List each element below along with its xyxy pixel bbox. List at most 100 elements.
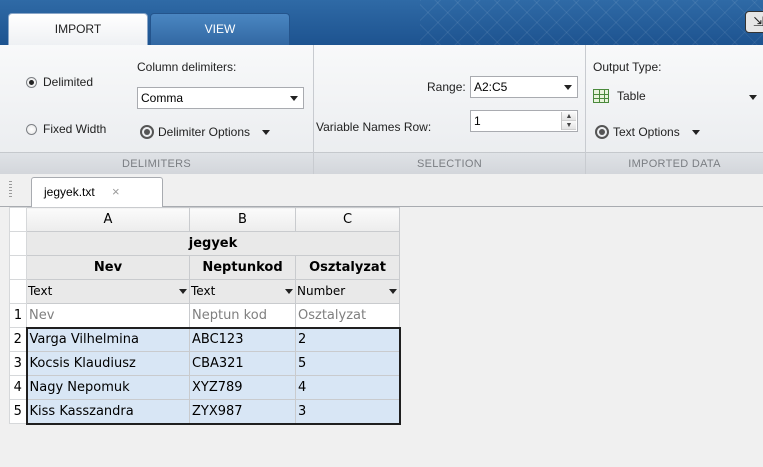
chevron-down-icon — [285, 289, 293, 294]
range-dropdown[interactable]: A2:C5 — [470, 76, 578, 98]
table-cell[interactable]: Osztalyzat — [295, 303, 400, 328]
table-name-row: jegyek — [9, 231, 400, 256]
row-number[interactable]: 2 — [9, 327, 27, 352]
range-value: A2:C5 — [474, 80, 508, 94]
table-cell[interactable]: CBA321 — [189, 351, 296, 376]
variable-names-row-input[interactable]: 1 ▲ ▼ — [470, 110, 578, 132]
chevron-down-icon — [749, 95, 757, 100]
variable-names-row-value: 1 — [474, 114, 481, 128]
row-number[interactable]: 5 — [9, 399, 27, 424]
chevron-down-icon — [290, 96, 298, 101]
variable-names-row-spinner[interactable]: ▲ ▼ — [561, 112, 576, 130]
row-number[interactable]: 3 — [9, 351, 27, 376]
radio-selected-icon — [26, 76, 37, 88]
text-options-button[interactable]: Text Options — [595, 125, 700, 139]
column-header-a[interactable]: A — [26, 207, 190, 232]
table-cell[interactable]: XYZ789 — [189, 375, 296, 400]
table-row: 5 Kiss Kasszandra ZYX987 3 — [9, 399, 401, 425]
row-number[interactable]: 1 — [9, 303, 27, 328]
row-header-blank — [9, 231, 27, 256]
spinner-down-icon[interactable]: ▼ — [562, 121, 576, 130]
chevron-down-icon — [262, 129, 271, 135]
tab-view[interactable]: VIEW — [150, 13, 290, 45]
document-tab-bar: jegyek.txt × — [0, 174, 763, 208]
gear-icon — [140, 125, 154, 139]
table-cell[interactable]: ABC123 — [189, 326, 296, 352]
expand-toolstrip-icon[interactable]: ⇲ — [745, 11, 763, 33]
drag-grip-icon[interactable] — [9, 181, 12, 199]
table-cell[interactable]: Nev — [26, 303, 190, 328]
section-selection: Range: A2:C5 Variable Names Row: 1 ▲ ▼ S… — [314, 45, 586, 174]
table-cell[interactable]: Varga Vilhelmina — [25, 326, 190, 352]
column-header-b[interactable]: B — [189, 207, 296, 232]
delimiter-options-button[interactable]: Delimiter Options — [140, 125, 271, 139]
column-header-c[interactable]: C — [295, 207, 400, 232]
table-row: 3 Kocsis Klaudiusz CBA321 5 — [9, 351, 401, 376]
section-label-imported-data: IMPORTED DATA — [586, 152, 763, 174]
delimiter-options-label: Delimiter Options — [158, 125, 251, 139]
table-cell[interactable]: Kocsis Klaudiusz — [25, 351, 190, 376]
chevron-down-icon — [389, 289, 397, 294]
chevron-down-icon — [691, 129, 700, 135]
corner-cell — [9, 207, 27, 232]
variable-type-b-dropdown[interactable]: Text — [189, 279, 296, 304]
gear-icon — [595, 125, 609, 139]
document-tab-label: jegyek.txt — [44, 185, 95, 199]
radio-fixed-width-label: Fixed Width — [43, 122, 107, 136]
table-row: 1 Nev Neptun kod Osztalyzat — [9, 303, 400, 328]
table-icon — [593, 89, 609, 103]
import-preview-area: A B C jegyek Nev Neptunkod Osztalyzat Te… — [0, 207, 763, 467]
output-type-dropdown[interactable]: Table — [593, 89, 761, 103]
column-delimiters-value: Comma — [141, 91, 184, 105]
close-icon[interactable]: × — [112, 178, 120, 206]
import-preview-grid: A B C jegyek Nev Neptunkod Osztalyzat Te… — [9, 207, 401, 425]
section-imported-data: Output Type: Table Text Options IMPORTED… — [586, 45, 763, 174]
text-options-label: Text Options — [613, 125, 680, 139]
variable-type-b: Text — [191, 284, 216, 298]
variable-type-a: Text — [28, 284, 53, 298]
output-type-label: Output Type: — [593, 60, 662, 74]
table-cell[interactable]: 4 — [295, 375, 401, 400]
table-cell[interactable]: Kiss Kasszandra — [25, 399, 190, 425]
table-cell[interactable]: Nagy Nepomuk — [25, 375, 190, 400]
variable-name-c[interactable]: Osztalyzat — [295, 255, 400, 280]
column-header-row: A B C — [9, 207, 400, 232]
row-number[interactable]: 4 — [9, 375, 27, 400]
table-name-field[interactable]: jegyek — [26, 231, 400, 256]
variable-name-a[interactable]: Nev — [26, 255, 190, 280]
chevron-down-icon — [179, 289, 187, 294]
column-delimiters-label: Column delimiters: — [137, 60, 237, 74]
table-cell[interactable]: ZYX987 — [189, 399, 296, 425]
spinner-up-icon[interactable]: ▲ — [562, 112, 576, 121]
variable-types-row: Text Text Number — [9, 279, 400, 304]
row-header-blank — [9, 279, 27, 304]
radio-unselected-icon — [26, 123, 37, 135]
radio-delimited-label: Delimited — [43, 75, 94, 89]
section-label-delimiters: DELIMITERS — [0, 152, 313, 174]
toolstrip-tab-bar: IMPORT VIEW ⇲ — [0, 0, 763, 45]
column-delimiters-dropdown[interactable]: Comma — [137, 87, 304, 109]
table-cell[interactable]: 3 — [295, 399, 401, 425]
range-label: Range: — [427, 80, 466, 94]
variable-type-c: Number — [297, 284, 346, 298]
row-header-blank — [9, 255, 27, 280]
table-row: 4 Nagy Nepomuk XYZ789 4 — [9, 375, 401, 400]
ribbon: Delimited Fixed Width Column delimiters:… — [0, 45, 763, 174]
variable-names-row-label: Variable Names Row: — [316, 120, 432, 134]
table-cell[interactable]: 2 — [295, 326, 401, 352]
table-row: 2 Varga Vilhelmina ABC123 2 — [9, 326, 401, 352]
document-tab-jegyek[interactable]: jegyek.txt × — [31, 177, 163, 208]
radio-fixed-width[interactable]: Fixed Width — [26, 122, 106, 136]
radio-delimited[interactable]: Delimited — [26, 75, 93, 89]
table-cell[interactable]: Neptun kod — [189, 303, 296, 328]
variable-name-b[interactable]: Neptunkod — [189, 255, 296, 280]
table-cell[interactable]: 5 — [295, 351, 401, 376]
section-delimiters: Delimited Fixed Width Column delimiters:… — [0, 45, 314, 174]
variable-type-c-dropdown[interactable]: Number — [295, 279, 400, 304]
section-label-selection: SELECTION — [314, 152, 585, 174]
variable-names-row: Nev Neptunkod Osztalyzat — [9, 255, 400, 280]
variable-type-a-dropdown[interactable]: Text — [26, 279, 190, 304]
tab-import[interactable]: IMPORT — [8, 13, 148, 45]
output-type-value: Table — [617, 89, 646, 103]
chevron-down-icon — [564, 85, 572, 90]
